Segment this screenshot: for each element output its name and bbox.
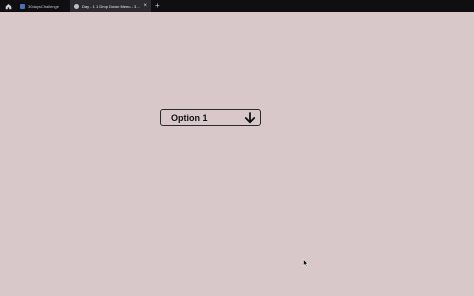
dropdown-select[interactable]: Option 1 xyxy=(160,109,261,126)
tab-label: 30daysChallenge xyxy=(28,3,59,9)
home-icon[interactable] xyxy=(2,0,14,12)
browser-tab-bar: 30daysChallenge Day - 1 1 Drop Down Menu… xyxy=(0,0,474,12)
close-icon[interactable]: × xyxy=(143,3,147,9)
page-icon xyxy=(20,3,25,9)
tab-label: Day - 1 1 Drop Down Menu - 30day xyxy=(82,3,141,9)
tab-drop-down-menu[interactable]: Day - 1 1 Drop Down Menu - 30day × xyxy=(70,0,151,12)
arrow-down-icon xyxy=(244,111,256,123)
mouse-cursor-icon xyxy=(303,259,309,267)
dropdown-selected-value: Option 1 xyxy=(171,112,208,123)
new-tab-button[interactable]: + xyxy=(155,2,160,10)
tab-30dayschallenge[interactable]: 30daysChallenge xyxy=(16,0,68,12)
globe-icon xyxy=(74,3,79,9)
